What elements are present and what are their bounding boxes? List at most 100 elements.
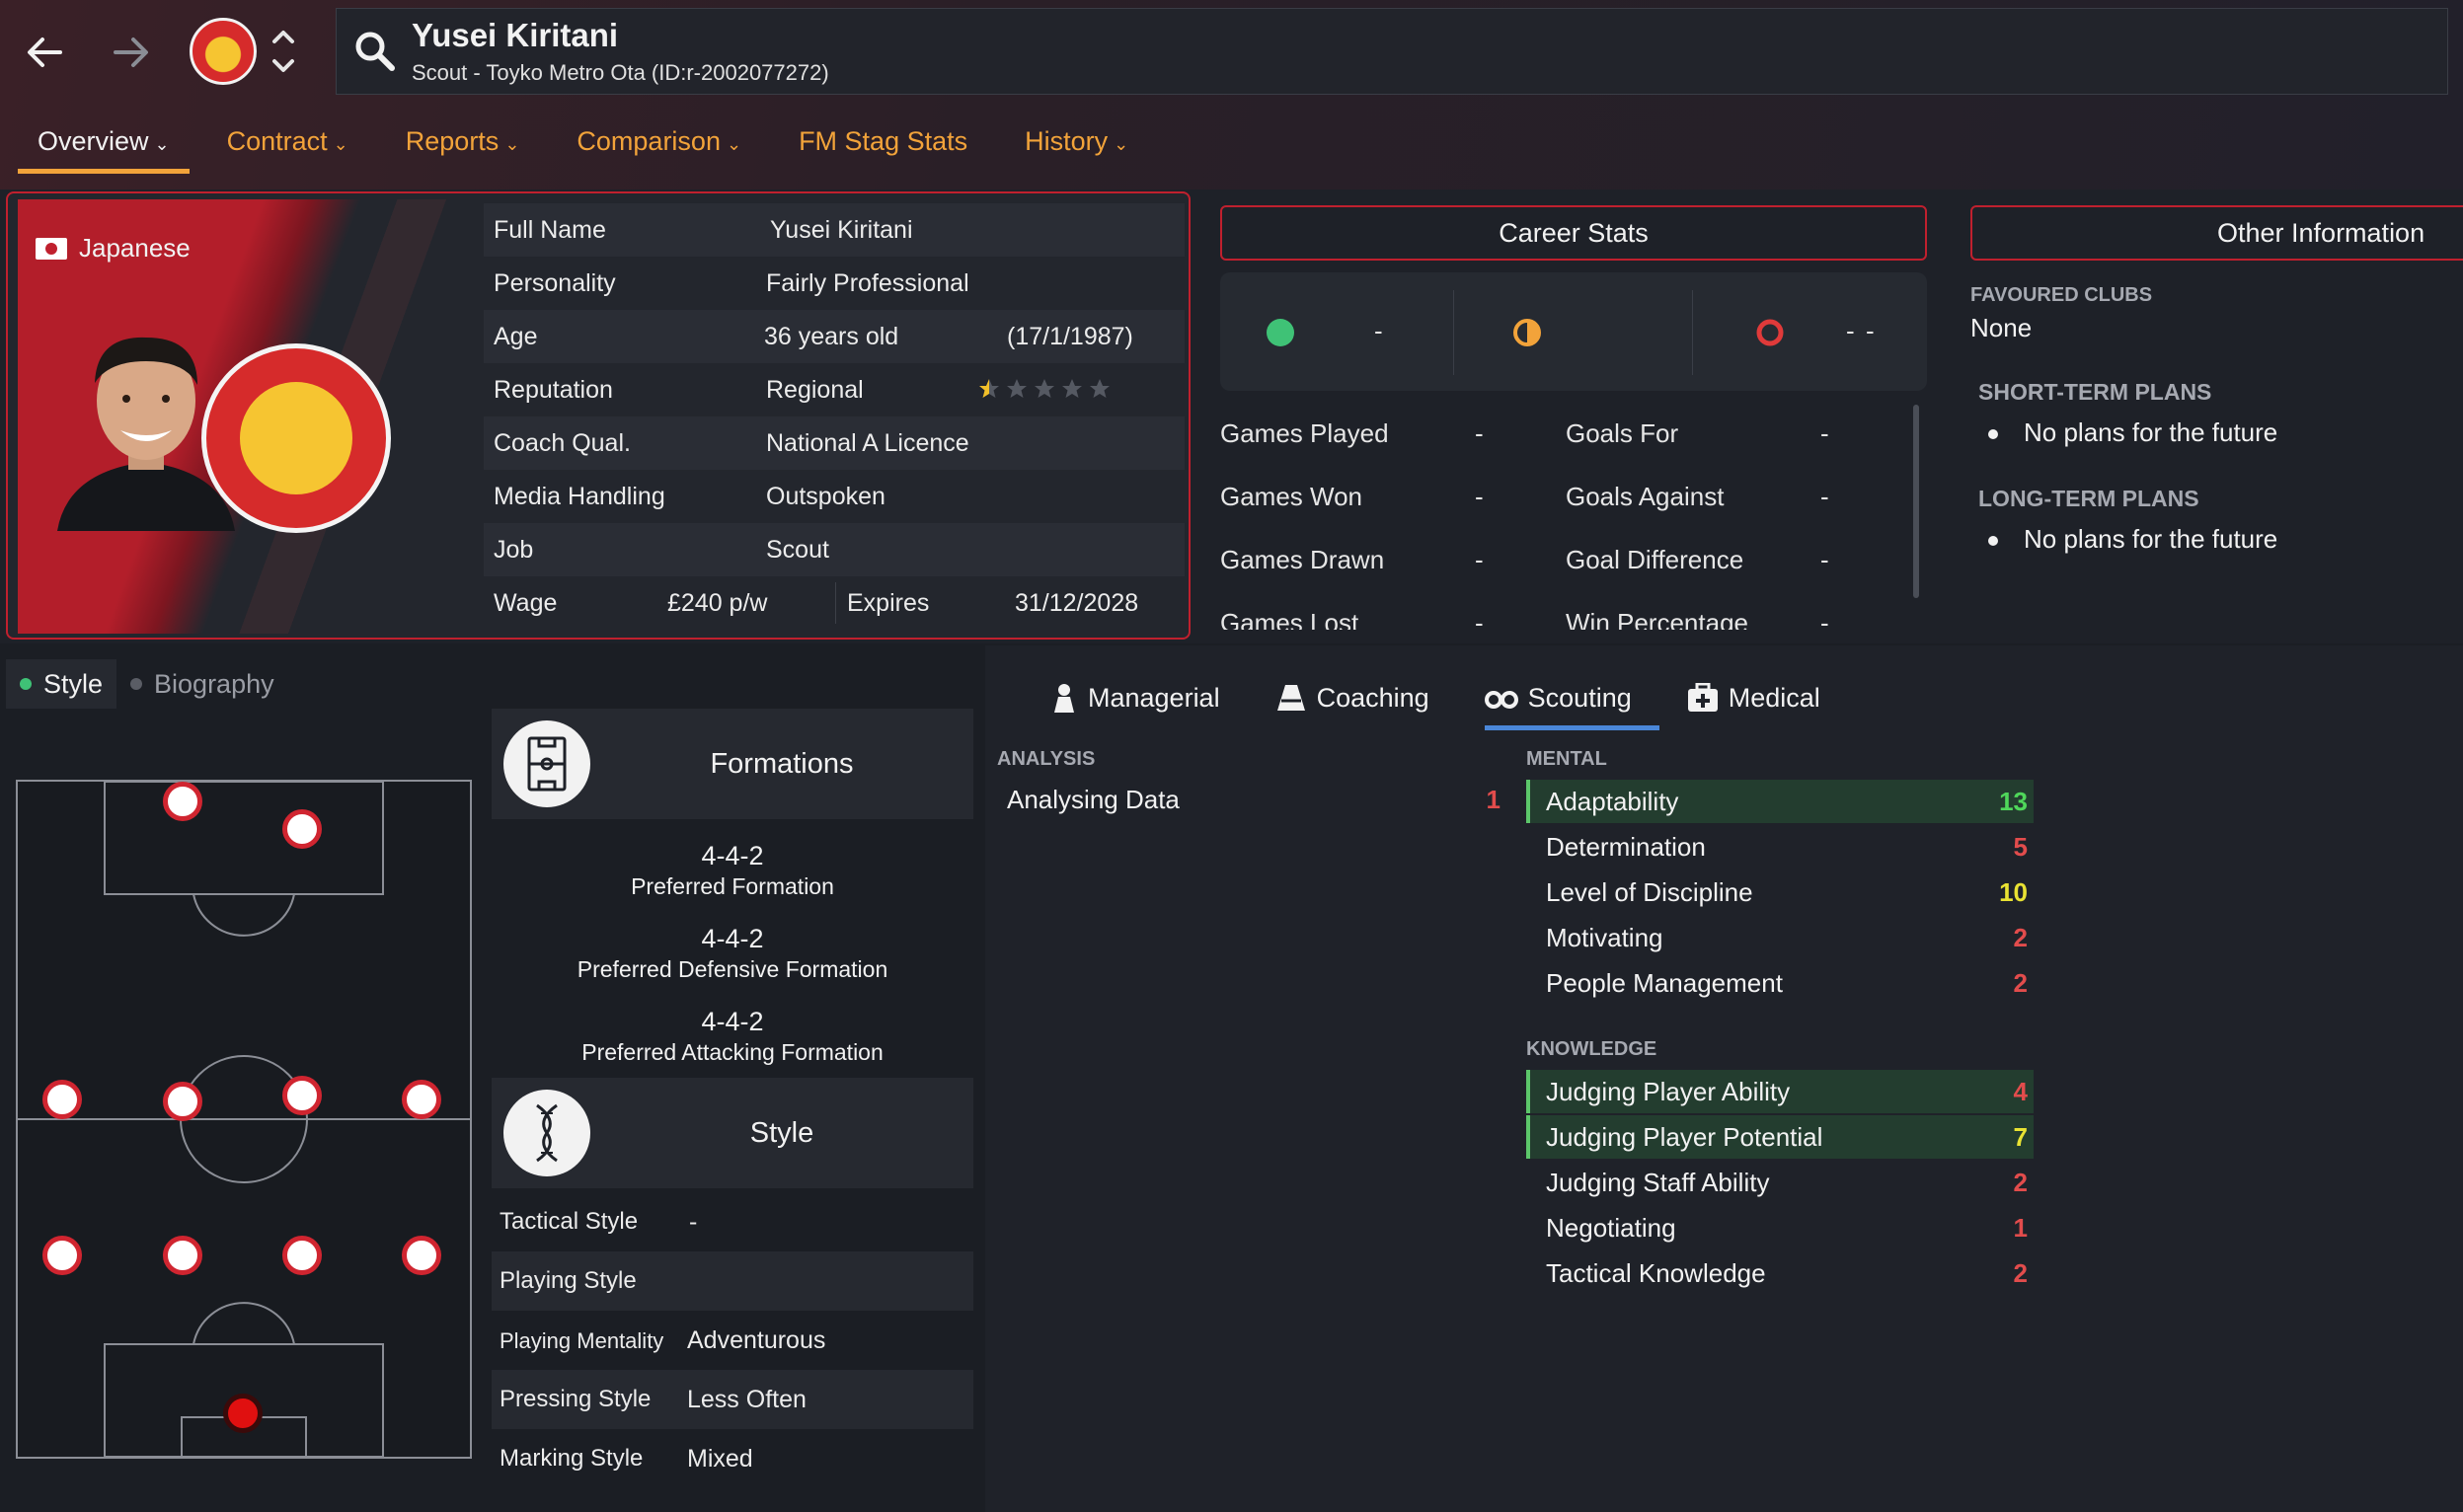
detail-row-reputation: Reputation Regional (484, 363, 1185, 416)
tab-managerial[interactable]: Managerial (1023, 665, 1248, 730)
style-key: Pressing Style (500, 1386, 652, 1412)
profile-details: Full Name Yusei Kiritani Personality Fai… (484, 203, 1185, 630)
preferred-defensive-formation: 4-4-2 Preferred Defensive Formation (492, 924, 973, 983)
club-badge-icon[interactable] (190, 18, 257, 85)
attribute-name: Level of Discipline (1546, 877, 1753, 907)
attribute-row[interactable]: People Management 2 (1526, 961, 2034, 1005)
attribute-value: 7 (2013, 1122, 2028, 1152)
attribute-value: 2 (2013, 968, 2028, 998)
detail-value: Scout (766, 535, 829, 564)
detail-key: Reputation (494, 375, 613, 404)
divider (1453, 290, 1454, 375)
tab-fm-stag-stats[interactable]: FM Stag Stats (779, 118, 987, 178)
formation-name: 4-4-2 (701, 841, 764, 870)
player-midfielder[interactable] (282, 1076, 322, 1115)
mental-heading: MENTAL (1526, 748, 1607, 770)
detail-key: Age (494, 322, 538, 350)
player-striker[interactable] (163, 782, 202, 821)
search-icon (355, 32, 395, 71)
detail-key: Personality (494, 268, 616, 297)
attribute-row[interactable]: Determination 5 (1526, 825, 2034, 869)
back-arrow-icon[interactable] (10, 18, 79, 87)
detail-row-personality: Personality Fairly Professional (484, 257, 1185, 310)
attribute-row-highlighted[interactable]: Judging Player Ability 4 (1526, 1070, 2034, 1113)
tab-managerial-label: Managerial (1088, 682, 1220, 713)
player-defender[interactable] (402, 1236, 441, 1275)
style-key: Playing Mentality (500, 1328, 664, 1353)
attribute-value: 1 (2013, 1213, 2028, 1243)
attribute-row[interactable]: Analysing Data 1 (991, 778, 1506, 821)
tab-scouting[interactable]: Scouting (1457, 665, 1659, 730)
stat-value: - (1475, 608, 1484, 630)
stat-row: Games Played - Goals For - (1220, 405, 1911, 468)
stat-row: Games Drawn - Goal Difference - (1220, 531, 1911, 594)
player-defender[interactable] (163, 1236, 202, 1275)
detail-value: Regional (766, 375, 864, 404)
style-value: - (689, 1208, 698, 1236)
stat-value: - (1820, 418, 1829, 448)
career-scrollbar[interactable] (1913, 405, 1919, 598)
losses-value: - (1866, 316, 1875, 345)
forward-arrow-icon[interactable] (97, 18, 166, 87)
player-goalkeeper[interactable] (223, 1394, 263, 1433)
cycle-arrows-icon[interactable] (269, 22, 298, 81)
short-term-plans-heading: SHORT-TERM PLANS (1978, 379, 2212, 405)
formations-title: Formations (710, 747, 854, 780)
style-header: Style (492, 1078, 973, 1188)
player-midfielder[interactable] (42, 1080, 82, 1119)
attribute-row[interactable]: Tactical Knowledge 2 (1526, 1251, 2034, 1295)
player-defender[interactable] (282, 1236, 322, 1275)
manager-icon (1054, 684, 1074, 713)
nationality[interactable]: Japanese (36, 233, 191, 264)
tab-history[interactable]: History ⌄ (1005, 118, 1148, 178)
favoured-clubs-heading: FAVOURED CLUBS (1970, 284, 2153, 306)
attribute-name: Motivating (1546, 923, 1663, 952)
attribute-row-highlighted[interactable]: Judging Player Potential 7 (1526, 1115, 2034, 1159)
career-stats-button[interactable]: Career Stats (1220, 205, 1927, 261)
attribute-value: 4 (2013, 1077, 2028, 1106)
stat-value: - (1475, 418, 1484, 448)
formation-pitch-icon (503, 720, 590, 807)
medical-kit-icon (1687, 683, 1718, 712)
detail-key: Media Handling (494, 482, 665, 510)
tab-reports[interactable]: Reports ⌄ (386, 118, 540, 178)
tab-coaching[interactable]: Coaching (1248, 665, 1457, 730)
attribute-name: Negotiating (1546, 1213, 1676, 1243)
player-defender[interactable] (42, 1236, 82, 1275)
attribute-row[interactable]: Judging Staff Ability 2 (1526, 1161, 2034, 1204)
attribute-row[interactable]: Negotiating 1 (1526, 1206, 2034, 1249)
search-field[interactable]: Yusei Kiritani Scout - Toyko Metro Ota (… (336, 8, 2448, 95)
chevron-down-icon: ⌄ (504, 134, 520, 154)
other-information-panel: FAVOURED CLUBS None SHORT-TERM PLANS No … (1970, 276, 2463, 555)
chevron-down-icon: ⌄ (1114, 134, 1129, 154)
draw-dot-icon (1513, 319, 1541, 346)
other-information-button[interactable]: Other Information (1970, 205, 2463, 261)
tab-scouting-label: Scouting (1527, 682, 1632, 713)
draws-cell: - (1455, 272, 1855, 391)
player-striker[interactable] (282, 809, 322, 849)
tab-overview[interactable]: Overview ⌄ (18, 118, 190, 178)
tab-comparison[interactable]: Comparison ⌄ (557, 118, 761, 178)
player-midfielder[interactable] (402, 1080, 441, 1119)
tab-style[interactable]: Style (6, 659, 117, 709)
cone-icon (1276, 685, 1305, 711)
attribute-value: 1 (1486, 785, 1501, 814)
tab-medical[interactable]: Medical (1659, 665, 1848, 730)
player-midfielder[interactable] (163, 1082, 202, 1121)
wins-cell: - (1220, 272, 1455, 391)
style-title: Style (749, 1116, 814, 1149)
losses-cell: - (1692, 272, 1927, 391)
attribute-row[interactable]: Level of Discipline 10 (1526, 870, 2034, 914)
tab-biography[interactable]: Biography (116, 659, 288, 709)
attribute-row-highlighted[interactable]: Adaptability 13 (1526, 780, 2034, 823)
attributes-panel: Managerial Coaching Scouting Medical ANA… (985, 645, 2463, 1512)
chevron-down-icon: ⌄ (726, 134, 742, 154)
style-row-pressing: Pressing Style Less Often (492, 1370, 973, 1429)
date-of-birth: (17/1/1987) (1007, 322, 1133, 350)
detail-row-job: Job Scout (484, 523, 1185, 576)
club-logo (201, 343, 391, 533)
attribute-name: Analysing Data (1007, 785, 1180, 814)
attribute-row[interactable]: Motivating 2 (1526, 916, 2034, 959)
stat-label: Games Drawn (1220, 545, 1385, 574)
tab-contract[interactable]: Contract ⌄ (207, 118, 368, 178)
